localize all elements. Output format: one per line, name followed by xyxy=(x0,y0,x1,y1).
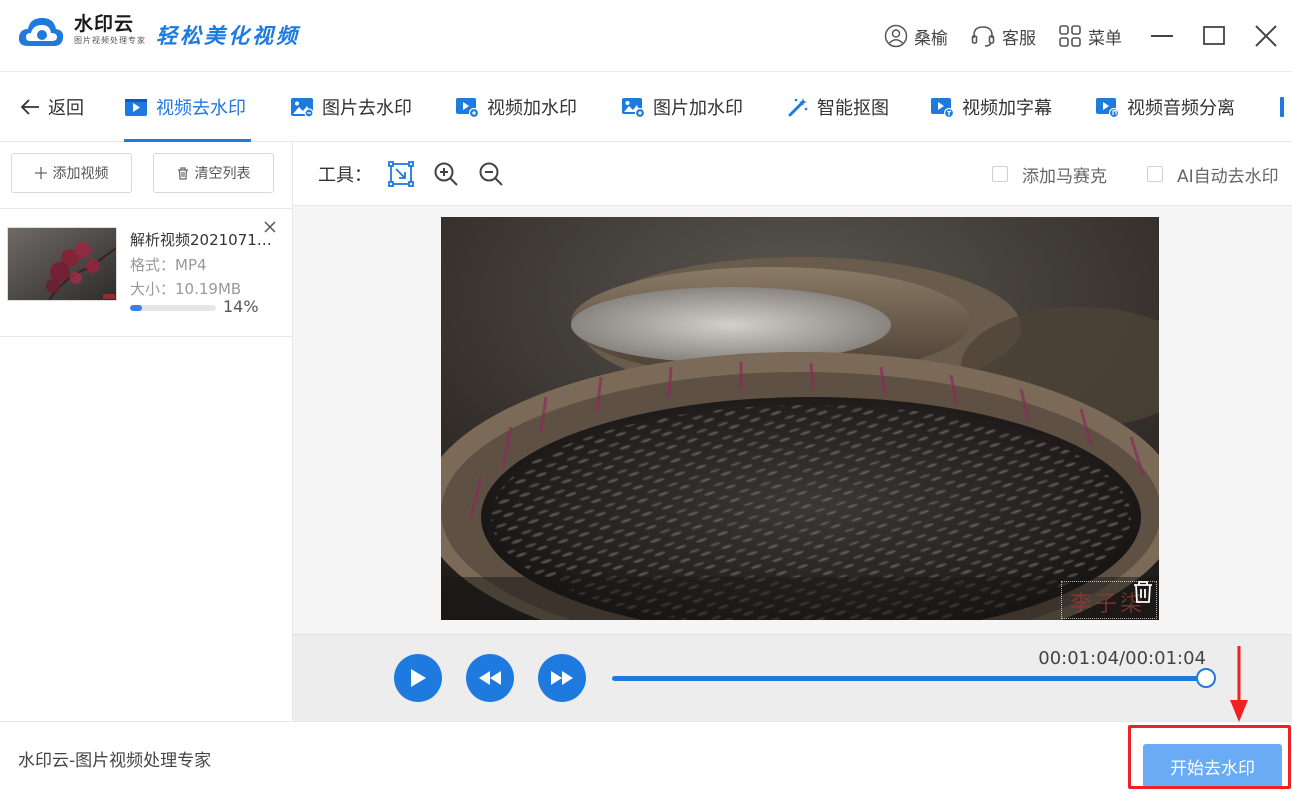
seek-handle[interactable] xyxy=(1196,668,1216,688)
brand-name: 水印云 xyxy=(74,13,135,35)
footer: 水印云-图片视频处理专家 开始去水印 xyxy=(0,721,1292,793)
plus-icon xyxy=(34,167,47,179)
progress-percent: 14% xyxy=(223,297,259,316)
maximize-button[interactable] xyxy=(1188,0,1240,72)
minimize-button[interactable] xyxy=(1136,0,1188,72)
highlight-frame xyxy=(1128,725,1291,789)
brand-subtitle: 图片视频处理专家 xyxy=(74,36,146,45)
add-video-button[interactable]: 添加视频 xyxy=(11,153,132,193)
remove-file-icon[interactable] xyxy=(262,219,278,235)
play-icon xyxy=(411,669,426,687)
image-add-icon xyxy=(622,98,645,118)
footer-app-text: 水印云-图片视频处理专家 xyxy=(18,750,212,771)
tools-label: 工具： xyxy=(318,165,372,186)
add-mosaic-label: 添加马赛克 xyxy=(1022,166,1107,187)
tab-video-remove-watermark[interactable]: 视频去水印 xyxy=(124,72,246,142)
video-add-icon xyxy=(456,98,479,118)
customer-service-label: 客服 xyxy=(1002,28,1036,49)
tab-label: 图片加水印 xyxy=(653,98,743,119)
tab-label: 视频去水印 xyxy=(156,98,246,119)
tool-row: 工具： 添加马赛克 AI自动去水印 xyxy=(293,142,1292,206)
tab-label: 视频音频分离 xyxy=(1127,98,1235,119)
preview-area: 李子柒 xyxy=(293,206,1292,634)
user-icon xyxy=(884,24,908,48)
seek-bar[interactable] xyxy=(612,676,1206,681)
user-account[interactable]: 桑榆 xyxy=(884,24,948,49)
ai-auto-remove-checkbox[interactable]: AI自动去水印 xyxy=(1147,142,1279,206)
clear-list-label: 清空列表 xyxy=(194,166,251,182)
file-name: 解析视频2021071… xyxy=(130,231,272,249)
add-video-label: 添加视频 xyxy=(52,166,109,182)
fast-forward-button[interactable] xyxy=(538,654,586,702)
tab-video-audio-split[interactable]: 视频音频分离 xyxy=(1095,72,1235,142)
brand: 水印云 图片视频处理专家 xyxy=(74,12,146,46)
tab-label: 图片去水印 xyxy=(322,98,412,119)
ai-auto-remove-label: AI自动去水印 xyxy=(1177,166,1279,187)
rewind-button[interactable] xyxy=(466,654,514,702)
user-name: 桑榆 xyxy=(914,28,948,49)
add-mosaic-checkbox[interactable]: 添加马赛克 xyxy=(992,142,1107,206)
title-bar: 水印云 图片视频处理专家 轻松美化视频 桑榆 客服 菜单 xyxy=(0,0,1292,72)
fast-forward-icon xyxy=(551,671,573,685)
customer-service-button[interactable]: 客服 xyxy=(970,24,1036,49)
trash-icon xyxy=(177,166,188,180)
minimize-icon xyxy=(1151,35,1173,37)
tab-image-add-watermark[interactable]: 图片加水印 xyxy=(621,72,743,142)
tab-image-remove-watermark[interactable]: 图片去水印 xyxy=(290,72,412,142)
progress-bar xyxy=(130,305,216,311)
cloud-logo-icon xyxy=(18,18,64,46)
video-preview[interactable]: 李子柒 xyxy=(441,217,1159,620)
close-window-button[interactable] xyxy=(1240,0,1292,72)
video-icon xyxy=(125,99,147,116)
back-label: 返回 xyxy=(48,98,84,119)
maximize-icon xyxy=(1203,26,1225,45)
file-sidebar: 添加视频 清空列表 解析视频2021071… 格式：MP4 大小：10.19MB… xyxy=(0,142,293,720)
magic-wand-icon xyxy=(788,98,808,117)
checkbox-box[interactable] xyxy=(992,166,1008,182)
tab-smart-cutout[interactable]: 智能抠图 xyxy=(787,72,889,142)
clear-list-button[interactable]: 清空列表 xyxy=(153,153,274,193)
file-size: 大小：10.19MB xyxy=(130,280,242,298)
progress-fill xyxy=(130,305,143,311)
video-thumbnail xyxy=(7,227,117,301)
zoom-in-icon[interactable] xyxy=(432,160,460,188)
image-icon xyxy=(291,98,314,118)
tab-label: 视频加水印 xyxy=(487,98,577,119)
watermark-selection-box[interactable]: 李子柒 xyxy=(1061,581,1157,619)
file-format: 格式：MP4 xyxy=(130,256,207,274)
grid-menu-icon xyxy=(1059,25,1081,47)
tool-nav-bar: 返回 视频去水印 图片去水印 视频加水印 图片加水印 智能抠图 视频加字幕 视频… xyxy=(0,72,1292,142)
player-controls: 00:01:04/00:01:04 xyxy=(293,634,1292,721)
list-item[interactable]: 解析视频2021071… 格式：MP4 大小：10.19MB 14% xyxy=(0,209,292,337)
delete-selection-icon[interactable] xyxy=(1132,580,1154,604)
selection-box-icon[interactable] xyxy=(387,160,415,188)
rewind-icon xyxy=(479,671,501,685)
slogan: 轻松美化视频 xyxy=(156,23,300,48)
more-tabs-indicator[interactable] xyxy=(1280,97,1284,117)
tab-video-add-watermark[interactable]: 视频加水印 xyxy=(455,72,577,142)
video-audio-icon xyxy=(1096,98,1119,118)
play-button[interactable] xyxy=(394,654,442,702)
red-arrow-down-icon xyxy=(1230,646,1248,722)
tab-label: 智能抠图 xyxy=(817,98,889,119)
tab-video-subtitles[interactable]: 视频加字幕 xyxy=(930,72,1052,142)
headset-icon xyxy=(971,26,995,47)
menu-button[interactable]: 菜单 xyxy=(1058,24,1122,49)
checkbox-box[interactable] xyxy=(1147,166,1163,182)
close-icon xyxy=(1255,25,1277,47)
arrow-left-icon xyxy=(20,99,39,115)
tab-label: 视频加字幕 xyxy=(962,98,1052,119)
zoom-out-icon[interactable] xyxy=(477,160,505,188)
menu-label: 菜单 xyxy=(1088,28,1122,49)
timecode: 00:01:04/00:01:04 xyxy=(1038,648,1206,669)
back-button[interactable]: 返回 xyxy=(20,72,84,142)
file-list: 解析视频2021071… 格式：MP4 大小：10.19MB 14% xyxy=(0,208,292,337)
video-subtitle-icon xyxy=(931,98,954,118)
